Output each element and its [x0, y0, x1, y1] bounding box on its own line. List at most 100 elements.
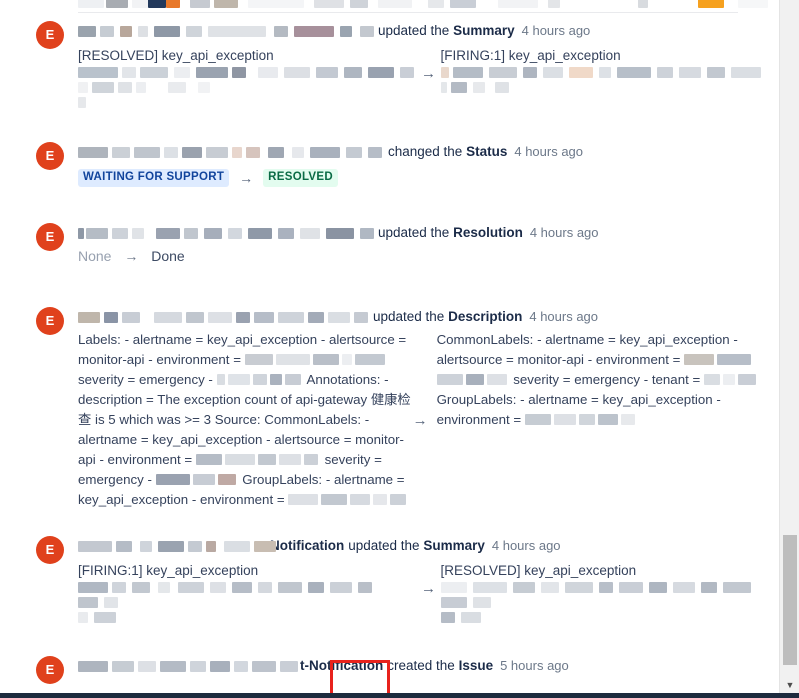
activity-item-status-change[interactable]: E changed the Status 4 hours ago WAITING… [0, 142, 779, 187]
activity-header: updated the Resolution 4 hours ago [78, 223, 779, 243]
activity-item-summary-update-top[interactable]: E updated the Summary 4 hours ago [RESOL… [0, 21, 779, 110]
diff-old-body-redacted [78, 580, 417, 625]
redacted-block [132, 582, 150, 593]
activity-item-description-update[interactable]: E updated the Description 4 hours ago La… [0, 307, 779, 510]
redacted-block [252, 374, 267, 385]
actor-name-redacted [78, 659, 300, 673]
status-badge-to: RESOLVED [263, 169, 338, 187]
vertical-scrollbar[interactable]: ▼ [779, 0, 799, 694]
redacted-block [330, 582, 352, 593]
redacted-block [428, 0, 444, 8]
redacted-block [564, 582, 593, 593]
redacted-block [341, 354, 352, 365]
redacted-block [186, 26, 202, 37]
activity-item-issue-created[interactable]: E t-Notification created the Issue 5 hou… [0, 656, 779, 684]
redacted-block [232, 67, 246, 78]
redacted-block [100, 26, 114, 37]
redacted-block [217, 474, 236, 485]
redacted-block [78, 541, 112, 552]
redacted-block [274, 26, 288, 37]
redacted-block [208, 26, 266, 37]
description-diff: Labels: - alertname = key_api_exception … [78, 330, 779, 510]
actor-name-redacted [78, 145, 388, 159]
activity-time: 4 hours ago [491, 538, 561, 553]
activity-header: Notification updated the Summary 4 hours… [78, 536, 779, 556]
redacted-block [326, 228, 354, 239]
redacted-block [542, 67, 563, 78]
redacted-line [78, 95, 417, 110]
redacted-block [224, 454, 255, 465]
redacted-block [252, 661, 276, 672]
diff-new-value: [RESOLVED] key_api_exception [440, 561, 780, 625]
redacted-block [190, 0, 210, 8]
avatar: E [36, 142, 64, 170]
redacted-line [440, 610, 780, 625]
scrollbar-thumb[interactable] [783, 535, 797, 665]
redacted-block [350, 494, 371, 505]
redacted-block [192, 474, 215, 485]
activity-time: 4 hours ago [521, 23, 591, 38]
redacted-block [112, 147, 130, 158]
resolution-arrow-icon: → [124, 248, 139, 264]
redacted-block [292, 147, 304, 158]
activity-item-resolution-update[interactable]: E updated the Resolution 4 hours ago Non… [0, 223, 779, 264]
description-new-value: CommonLabels: - alertname = key_api_exce… [436, 330, 779, 510]
redacted-block [275, 354, 310, 365]
redacted-block [248, 0, 304, 8]
redacted-block [452, 67, 483, 78]
redacted-line [440, 580, 780, 595]
redacted-block [118, 82, 132, 93]
redacted-block [92, 82, 114, 93]
avatar: E [36, 656, 64, 684]
redacted-block [472, 597, 491, 608]
actor-name-redacted [78, 539, 276, 553]
diff-old-value: [FIRING:1] key_api_exception [78, 561, 417, 625]
redacted-block [598, 582, 613, 593]
redacted-block [373, 494, 388, 505]
redacted-block [672, 582, 695, 593]
scroll-down-arrow-icon[interactable]: ▼ [780, 676, 799, 694]
redacted-block [314, 0, 344, 8]
redacted-block [450, 82, 467, 93]
redacted-block [160, 661, 186, 672]
redacted-block [140, 541, 152, 552]
bottom-status-bar [0, 693, 799, 698]
redacted-block [138, 661, 156, 672]
partial-row-above [0, 0, 779, 12]
redacted-line [440, 595, 780, 610]
summary-diff: [FIRING:1] key_api_exception → [RESOLVED… [78, 561, 779, 625]
redacted-block [390, 494, 407, 505]
diff-new-value: [FIRING:1] key_api_exception [440, 46, 780, 110]
redacted-block [440, 82, 447, 93]
redacted-block [158, 541, 184, 552]
redacted-block [154, 26, 180, 37]
redacted-block [224, 541, 250, 552]
redacted-block [78, 26, 96, 37]
redacted-block [116, 541, 132, 552]
activity-item-summary-update-bottom[interactable]: E Notification updated the Summary 4 hou… [0, 536, 779, 625]
redacted-block [684, 354, 715, 365]
redacted-line [78, 80, 417, 95]
redacted-block [648, 582, 667, 593]
resolution-from: None [78, 248, 112, 264]
redacted-block [486, 374, 507, 385]
diff-new-title: [RESOLVED] key_api_exception [440, 563, 637, 578]
redacted-block [312, 354, 339, 365]
redacted-block [166, 0, 180, 8]
activity-feed-scroll-viewport[interactable]: E updated the Summary 4 hours ago [RESOL… [0, 0, 779, 694]
redacted-block [186, 312, 204, 323]
redacted-block [308, 582, 324, 593]
avatar: E [36, 21, 64, 49]
redacted-block [300, 228, 320, 239]
redacted-block [268, 147, 284, 158]
diff-new-body-redacted [440, 65, 780, 95]
feed-divider [78, 12, 738, 13]
redacted-block [737, 374, 756, 385]
redacted-line [78, 610, 417, 625]
redacted-block [182, 147, 202, 158]
redacted-block [368, 147, 382, 158]
redacted-block [198, 82, 210, 93]
redacted-block [460, 612, 481, 623]
redacted-block [78, 612, 88, 623]
redacted-block [656, 67, 673, 78]
